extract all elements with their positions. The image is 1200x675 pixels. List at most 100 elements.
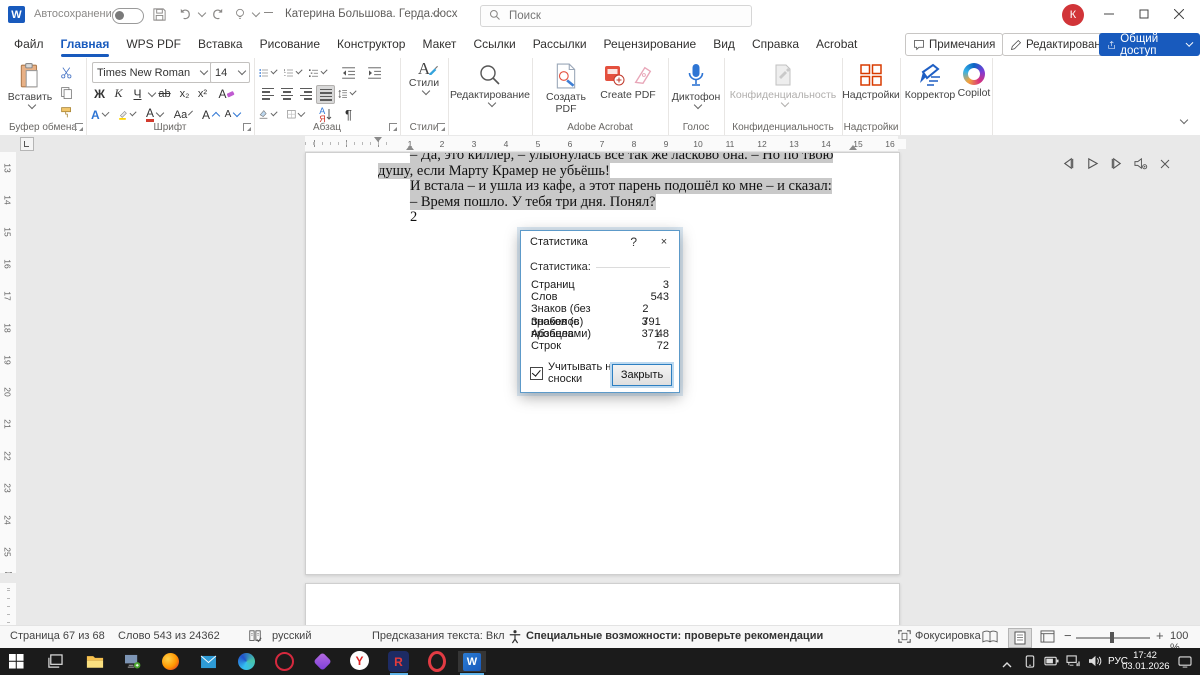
battery-icon[interactable] — [1044, 655, 1059, 670]
multilevel-list-icon[interactable] — [309, 64, 328, 81]
opera-icon[interactable] — [426, 651, 447, 672]
clear-formatting-button[interactable]: А — [218, 85, 235, 102]
paste-button[interactable]: Вставить — [8, 63, 52, 110]
play-icon[interactable] — [1084, 155, 1101, 172]
borders-icon[interactable] — [287, 106, 306, 123]
gem-app-icon[interactable] — [312, 651, 333, 672]
grow-font-button[interactable]: А — [202, 106, 221, 123]
align-left-icon[interactable] — [259, 85, 276, 102]
save-icon[interactable] — [152, 7, 167, 25]
copy-icon[interactable] — [58, 84, 75, 101]
tab-stop-selector[interactable] — [20, 137, 34, 151]
tab-mailings[interactable]: Рассылки — [531, 32, 589, 56]
font-name-combo[interactable]: Times New Roman — [92, 62, 212, 83]
focus-mode-button[interactable]: Фокусировка — [915, 630, 981, 642]
tab-view[interactable]: Вид — [711, 32, 737, 56]
superscript-button[interactable]: x² — [194, 85, 211, 102]
start-button-icon[interactable] — [6, 651, 27, 672]
zoom-out-button[interactable]: − — [1064, 628, 1072, 643]
more-qat-icon[interactable] — [264, 12, 273, 13]
share-button[interactable]: Общий доступ — [1099, 33, 1200, 57]
word-app-icon[interactable]: W — [8, 6, 25, 23]
subscript-button[interactable]: x₂ — [176, 85, 193, 102]
sensitivity-button[interactable]: Конфиденциальность — [730, 63, 836, 108]
tab-review[interactable]: Рецензирование — [602, 32, 699, 56]
minimize-button[interactable] — [1094, 0, 1124, 28]
hanging-indent-marker[interactable] — [406, 145, 414, 150]
search-input[interactable] — [507, 9, 711, 23]
text-predictions-indicator[interactable]: Предсказания текста: Вкл — [372, 630, 505, 642]
tab-home[interactable]: Главная — [59, 32, 112, 57]
read-settings-icon[interactable] — [1132, 155, 1149, 172]
collapse-ribbon-icon[interactable] — [1179, 115, 1189, 125]
numbering-icon[interactable] — [284, 64, 303, 81]
sort-icon[interactable]: АЯ — [317, 106, 334, 123]
text-effects-button[interactable]: А — [91, 106, 110, 123]
comments-button[interactable]: Примечания — [905, 33, 1004, 56]
task-view-icon[interactable] — [44, 651, 65, 672]
web-layout-icon[interactable] — [1040, 630, 1055, 646]
change-case-button[interactable]: Аа — [174, 106, 194, 123]
document-text[interactable]: – Да, это киллер, – улыбнулась все так ж… — [378, 153, 858, 226]
addins-button[interactable]: Надстройки — [842, 63, 900, 101]
firefox-icon[interactable] — [160, 651, 181, 672]
mail-icon[interactable] — [198, 651, 219, 672]
lightbulb-dropdown-icon[interactable] — [251, 8, 261, 18]
bullets-icon[interactable] — [259, 64, 278, 81]
align-center-icon[interactable] — [278, 85, 295, 102]
print-layout-icon[interactable] — [1008, 628, 1032, 648]
undo-dropdown-icon[interactable] — [197, 8, 207, 18]
align-right-icon[interactable] — [297, 85, 314, 102]
font-dialog-launcher-icon[interactable] — [243, 123, 251, 131]
opera-gx-icon[interactable] — [274, 651, 295, 672]
network-icon[interactable] — [1066, 655, 1080, 670]
autosave-toggle[interactable] — [112, 8, 144, 24]
paragraph-dialog-launcher-icon[interactable] — [389, 123, 397, 131]
format-painter-icon[interactable] — [58, 104, 75, 121]
highlight-button[interactable] — [118, 106, 137, 123]
copilot-button[interactable]: Copilot — [956, 63, 992, 99]
italic-button[interactable]: К — [110, 85, 127, 102]
notification-center-icon[interactable] — [1178, 656, 1192, 671]
close-button[interactable] — [1164, 0, 1194, 28]
cut-icon[interactable] — [58, 64, 75, 81]
increase-indent-icon[interactable] — [366, 64, 383, 81]
document-title[interactable]: Катерина Большова. Герда.docx — [285, 8, 458, 20]
volume-icon[interactable] — [1088, 655, 1102, 670]
tab-wps-pdf[interactable]: WPS PDF — [124, 32, 183, 56]
page-2[interactable] — [305, 583, 900, 625]
avatar[interactable]: К — [1062, 4, 1084, 26]
tab-insert[interactable]: Вставка — [196, 32, 245, 56]
tab-draw[interactable]: Рисование — [258, 32, 322, 56]
font-size-combo[interactable]: 14 — [210, 62, 250, 83]
pc-icon[interactable] — [122, 651, 143, 672]
read-mode-icon[interactable] — [982, 630, 998, 647]
pilcrow-icon[interactable]: ¶ — [340, 106, 357, 123]
dictate-button[interactable]: Диктофон — [670, 63, 722, 110]
search-box[interactable] — [480, 5, 752, 27]
editing-button[interactable]: Редактирование — [450, 63, 530, 108]
lightbulb-icon[interactable] — [233, 7, 247, 25]
create-pdf-en-button[interactable]: Create PDF — [596, 63, 660, 101]
language-indicator[interactable]: русский — [272, 630, 311, 642]
tray-expand-icon[interactable] — [1002, 657, 1012, 671]
shrink-font-button[interactable]: А — [224, 106, 242, 123]
yandex-browser-icon[interactable]: Y — [350, 651, 369, 670]
first-line-indent-marker[interactable] — [374, 137, 382, 142]
create-pdf-ru-button[interactable]: Создать PDF — [540, 63, 592, 115]
zoom-slider-thumb[interactable] — [1110, 632, 1114, 643]
tab-help[interactable]: Справка — [750, 32, 801, 56]
font-color-button[interactable]: А — [146, 106, 165, 123]
tab-layout[interactable]: Макет — [420, 32, 458, 56]
styles-button[interactable]: А Стили — [404, 60, 444, 96]
bold-button[interactable]: Ж — [91, 85, 108, 102]
r-app-icon[interactable]: R — [388, 651, 409, 672]
tab-file[interactable]: Файл — [12, 32, 46, 56]
accessibility-status[interactable]: Специальные возможности: проверьте реком… — [526, 630, 823, 642]
underline-button[interactable]: Ч — [129, 85, 146, 102]
edge-icon[interactable] — [236, 651, 257, 672]
phone-link-icon[interactable] — [1024, 655, 1036, 671]
maximize-button[interactable] — [1129, 0, 1159, 28]
zoom-in-button[interactable]: + — [1156, 628, 1164, 643]
line-spacing-icon[interactable] — [338, 85, 357, 102]
